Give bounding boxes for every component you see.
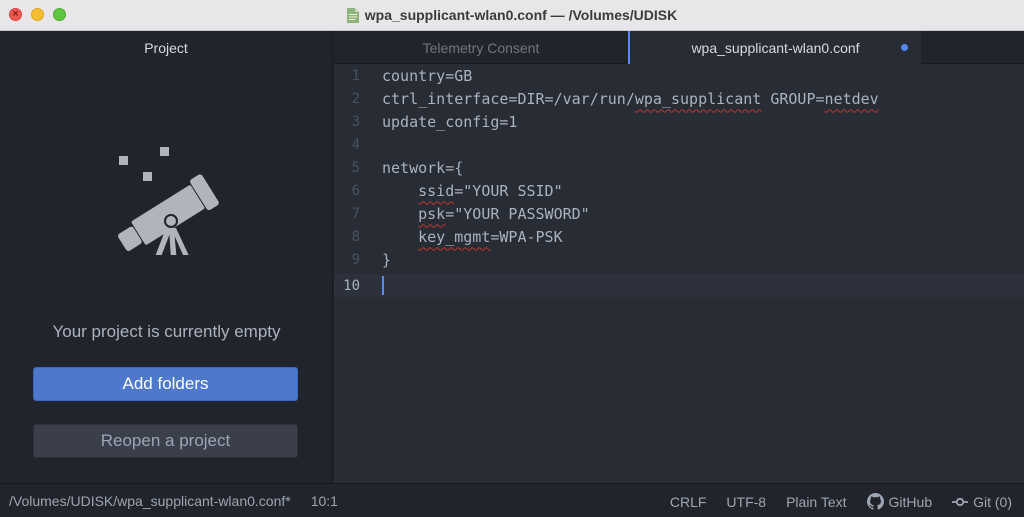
line-number: 10 [343, 277, 360, 294]
zoom-window-button[interactable] [53, 8, 66, 21]
git-label: Git (0) [973, 493, 1012, 510]
status-file-path[interactable]: /Volumes/UDISK/wpa_supplicant-wlan0.conf… [9, 493, 291, 509]
minimize-window-button[interactable] [31, 8, 44, 21]
reopen-project-button[interactable]: Reopen a project [33, 424, 298, 458]
line-text: ssid="YOUR SSID" [418, 181, 563, 200]
editor-line[interactable]: 7 psk="YOUR PASSWORD" [334, 202, 1024, 225]
tab-label: Telemetry Consent [422, 39, 540, 56]
editor-line[interactable]: 1 country=GB [334, 64, 1024, 87]
document-icon [346, 7, 359, 23]
window-title-group: wpa_supplicant-wlan0.conf — /Volumes/UDI… [346, 7, 678, 23]
status-cursor-position[interactable]: 10:1 [311, 493, 338, 509]
telescope-icon [118, 147, 219, 255]
spelling-error-mark: psk [418, 204, 446, 223]
line-text: network={ [382, 158, 464, 177]
editor-line[interactable]: 9 } [334, 248, 1024, 271]
close-icon: × [11, 9, 20, 19]
line-number: 7 [351, 205, 360, 222]
editor-line[interactable]: 2 ctrl_interface=DIR=/var/run/wpa_suppli… [334, 87, 1024, 110]
status-bar: /Volumes/UDISK/wpa_supplicant-wlan0.conf… [0, 483, 1024, 517]
line-number: 3 [351, 113, 360, 130]
text-editor[interactable]: 1 country=GB 2 ctrl_interface=DIR=/var/r… [334, 64, 1024, 483]
tab-telemetry-consent[interactable]: Telemetry Consent [334, 31, 628, 64]
spelling-error-mark: netdev [824, 89, 879, 108]
editor-line[interactable]: 4 [334, 133, 1024, 156]
empty-project-message: Your project is currently empty [52, 322, 281, 341]
line-number: 6 [351, 182, 360, 199]
line-text: ctrl_interface=DIR=/var/run/wpa_supplica… [382, 89, 879, 108]
line-text: update_config=1 [382, 112, 518, 131]
status-line-ending[interactable]: CRLF [670, 494, 707, 510]
line-number: 9 [351, 251, 360, 268]
status-bar-left: /Volumes/UDISK/wpa_supplicant-wlan0.conf… [9, 493, 338, 509]
editor-line[interactable]: 8 key_mgmt=WPA-PSK [334, 225, 1024, 248]
line-text: key_mgmt=WPA-PSK [418, 227, 563, 246]
spelling-error-mark: key_mgmt [418, 227, 491, 246]
line-text: country=GB [382, 66, 473, 85]
status-bar-right: CRLF UTF-8 Plain Text GitHub Git (0) [670, 493, 1012, 510]
modified-indicator-icon[interactable] [901, 44, 908, 51]
window-title: wpa_supplicant-wlan0.conf — /Volumes/UDI… [364, 7, 678, 23]
github-button[interactable]: GitHub [866, 493, 933, 510]
add-folders-button[interactable]: Add folders [33, 367, 298, 401]
tab-wpa-supplicant[interactable]: wpa_supplicant-wlan0.conf [628, 31, 921, 64]
line-text: psk="YOUR PASSWORD" [418, 204, 590, 223]
github-label: GitHub [888, 493, 933, 510]
line-number: 8 [351, 228, 360, 245]
line-number: 5 [351, 159, 360, 176]
project-panel: Project Your project is currently empty … [0, 31, 333, 483]
line-number: 1 [351, 67, 360, 84]
spelling-error-mark: wpa_supplicant [634, 89, 762, 108]
spelling-error-mark: ssid [418, 181, 455, 200]
line-number: 4 [351, 136, 360, 153]
window-controls: × [9, 8, 66, 21]
editor-line-current[interactable]: 10 [334, 274, 1024, 297]
editor-line[interactable]: 5 network={ [334, 156, 1024, 179]
github-icon [866, 493, 884, 510]
editor-line[interactable]: 3 update_config=1 [334, 110, 1024, 133]
status-encoding[interactable]: UTF-8 [726, 494, 766, 510]
close-window-button[interactable]: × [9, 8, 22, 21]
line-number: 2 [351, 90, 360, 107]
status-grammar[interactable]: Plain Text [786, 494, 846, 510]
line-text: } [382, 250, 392, 269]
editor-line[interactable]: 6 ssid="YOUR SSID" [334, 179, 1024, 202]
git-button[interactable]: Git (0) [952, 494, 1012, 510]
project-panel-title: Project [144, 39, 188, 56]
title-bar: × wpa_supplicant-wlan0.conf — /Volumes/U… [0, 0, 1024, 31]
tab-bar: Telemetry Consent wpa_supplicant-wlan0.c… [334, 31, 1024, 64]
git-commit-icon [952, 497, 969, 506]
tab-label: wpa_supplicant-wlan0.conf [691, 39, 860, 56]
text-cursor [382, 276, 384, 295]
